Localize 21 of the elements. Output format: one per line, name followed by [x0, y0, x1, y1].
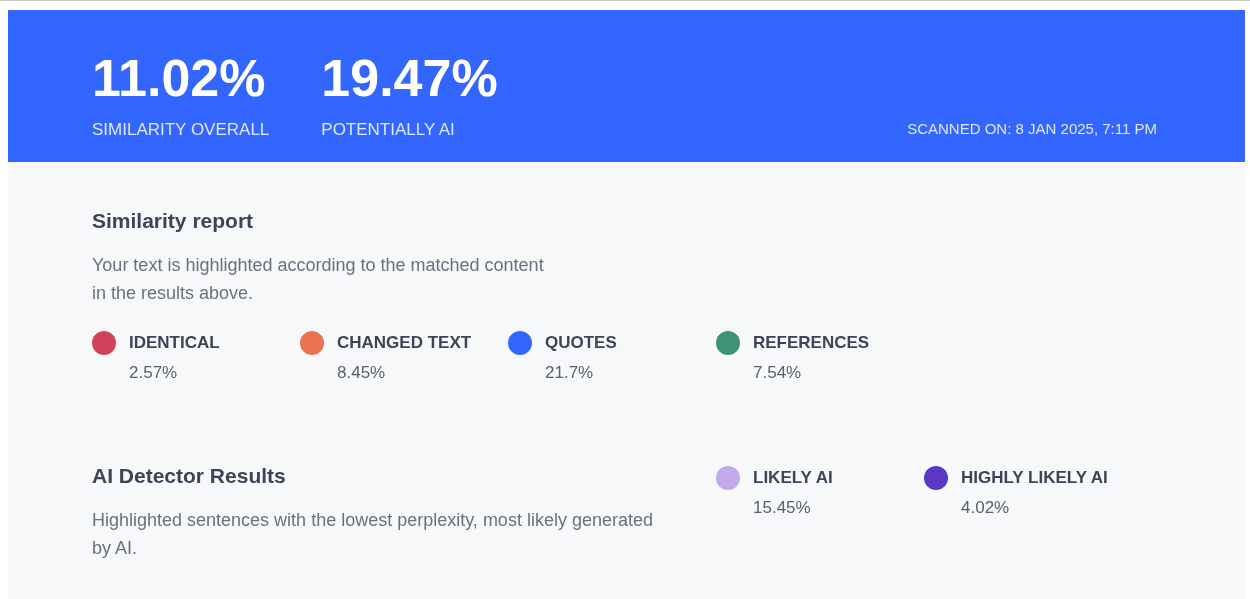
stat-label: POTENTIALLY AI [321, 119, 456, 141]
legend-value: 7.54% [753, 362, 803, 384]
section-title: AI Detector Results [92, 463, 287, 489]
section-description: Highlighted sentences with the lowest perplexity, most likely generated by AI. [92, 509, 654, 560]
legend-label: HIGHLY LIKELY AI [961, 467, 1108, 489]
stat-value: 11.02% [92, 50, 267, 106]
stat-label: SIMILARITY OVERALL [92, 119, 270, 141]
section-description: Your text is highlighted according to the matched content in the results above. [92, 254, 545, 305]
legend-label: IDENTICAL [129, 332, 220, 354]
legend-label: CHANGED TEXT [337, 332, 472, 354]
stat-value: 19.47% [321, 50, 498, 106]
section-title: Similarity report [92, 208, 255, 234]
legend-label: QUOTES [545, 332, 617, 354]
legend-value: 8.45% [337, 362, 387, 384]
legend-value: 2.57% [129, 362, 179, 384]
legend-value: 4.02% [961, 497, 1011, 519]
scan-date: SCANNED ON: 8 JAN 2025, 7:11 PM [907, 119, 1157, 139]
legend-label: LIKELY AI [753, 467, 833, 489]
legend-value: 15.45% [753, 497, 812, 519]
legend-label: REFERENCES [753, 332, 870, 354]
legend-value: 21.7% [545, 362, 595, 384]
